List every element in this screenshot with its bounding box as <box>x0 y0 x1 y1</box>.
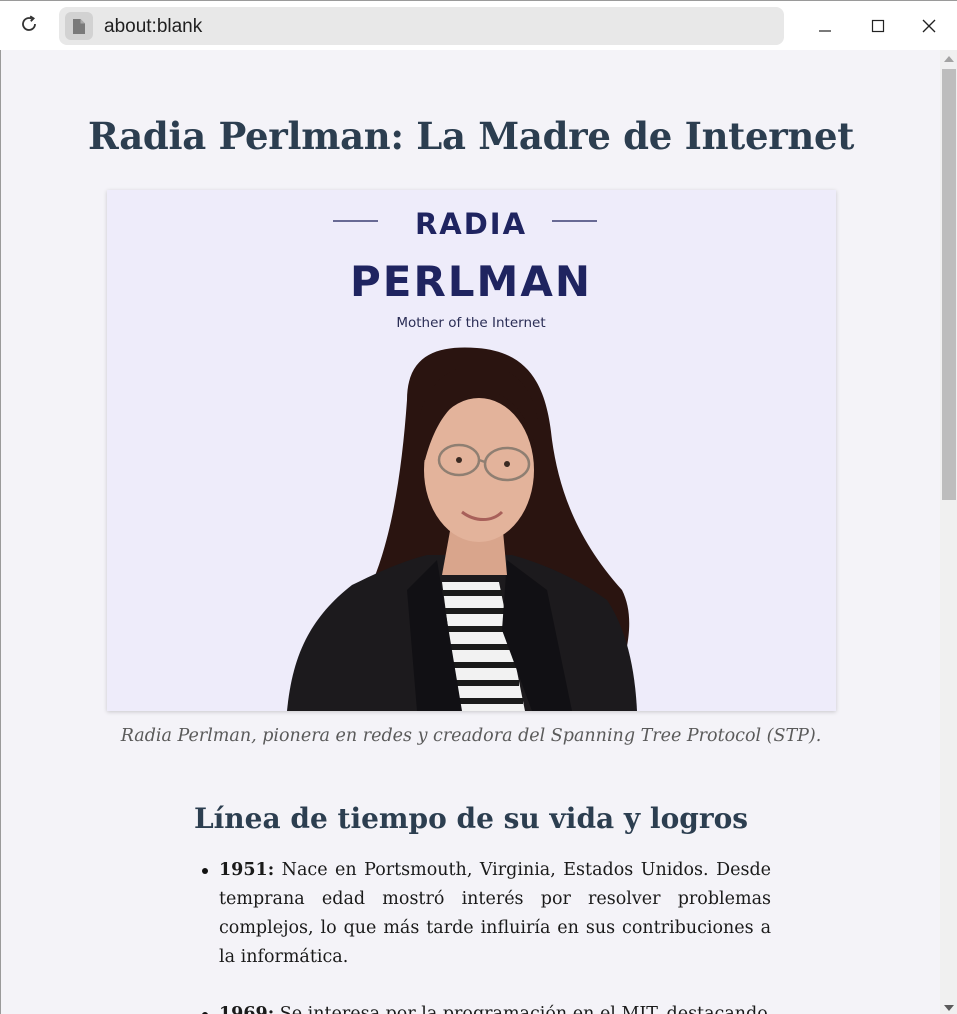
section-title: Línea de tiempo de su vida y logros <box>193 802 749 836</box>
image-caption: Radia Perlman, pionera en redes y creado… <box>120 726 822 746</box>
timeline-year: 1969: <box>219 1004 275 1014</box>
reload-icon <box>22 15 36 31</box>
scrollbar-thumb[interactable] <box>942 69 956 500</box>
url-text[interactable]: about:blank <box>104 16 202 38</box>
browser-titlebar: about:blank <box>0 0 957 50</box>
scroll-up-arrow-icon[interactable] <box>944 56 954 62</box>
reload-button[interactable] <box>16 11 42 37</box>
vertical-scrollbar[interactable] <box>940 50 957 1014</box>
timeline-item: 1951: Nace en Portsmouth, Virginia, Esta… <box>202 856 771 972</box>
minimize-icon <box>819 30 831 32</box>
timeline-text: Se interesa por la programación en el MI… <box>274 1004 768 1014</box>
timeline-year: 1951: <box>219 860 275 880</box>
page-icon <box>65 12 93 40</box>
maximize-button[interactable] <box>860 9 896 43</box>
page-title: Radia Perlman: La Madre de Internet <box>87 114 855 158</box>
maximize-icon <box>871 19 885 33</box>
portrait-image: RADIA PERLMAN Mother of the Internet <box>107 190 836 711</box>
timeline-item: 1969: Se interesa por la programación en… <box>202 1000 771 1014</box>
address-bar[interactable]: about:blank <box>59 7 784 45</box>
scroll-down-arrow-icon[interactable] <box>944 1005 954 1011</box>
timeline-text: Nace en Portsmouth, Virginia, Estados Un… <box>219 860 771 967</box>
portrait-label-first: RADIA <box>415 207 527 241</box>
portrait-label-tagline: Mother of the Internet <box>396 315 545 331</box>
minimize-button[interactable] <box>807 9 843 43</box>
page-viewport: Radia Perlman: La Madre de Internet RADI… <box>0 50 940 1014</box>
timeline-list: 1951: Nace en Portsmouth, Virginia, Esta… <box>202 856 771 1014</box>
close-icon <box>922 19 936 33</box>
close-button[interactable] <box>911 9 947 43</box>
portrait-label-last: PERLMAN <box>350 257 592 306</box>
